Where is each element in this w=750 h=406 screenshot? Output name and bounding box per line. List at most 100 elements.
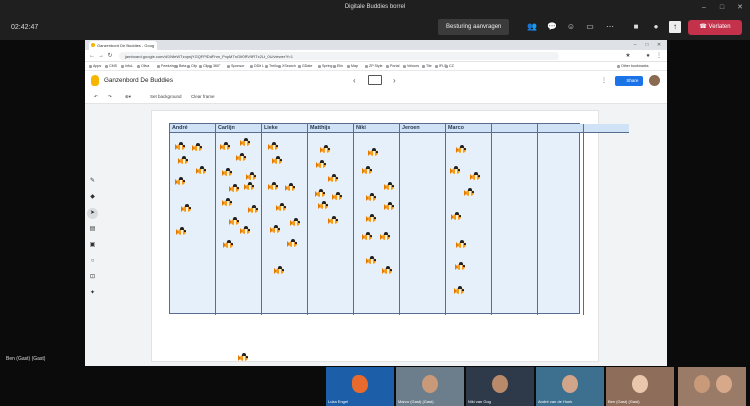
fish-pawn-icon[interactable] xyxy=(175,142,187,151)
fish-pawn-icon[interactable] xyxy=(456,240,468,249)
redo-icon[interactable]: ↷ xyxy=(108,94,112,100)
fish-pawn-icon[interactable] xyxy=(366,193,378,202)
fish-pawn-icon[interactable] xyxy=(196,166,208,175)
bookmark-item[interactable]: DDit L xyxy=(250,64,264,68)
bookmark-item[interactable]: Tile xyxy=(422,64,432,68)
zoom-icon[interactable]: ⊕▾ xyxy=(125,94,131,100)
participant-tile[interactable]: Marco (Gast) (Gast) xyxy=(396,367,464,406)
select-icon[interactable]: ➤ xyxy=(87,208,98,219)
reactions-icon[interactable]: ☺ xyxy=(565,21,577,33)
fish-pawn-icon[interactable] xyxy=(178,156,190,165)
fish-pawn-icon[interactable] xyxy=(470,172,482,181)
maximize-icon[interactable]: □ xyxy=(716,2,728,14)
fish-pawn-icon[interactable] xyxy=(248,205,260,214)
tab-ganzenbord[interactable]: Ganzenbord De Buddies - Goog xyxy=(89,41,157,50)
bookmark-item[interactable]: CMS xyxy=(105,64,117,68)
fish-pawn-icon[interactable] xyxy=(362,232,374,241)
bookmark-item[interactable]: Elin xyxy=(333,64,343,68)
fish-pawn-icon[interactable] xyxy=(192,143,204,152)
fish-pawn-icon[interactable] xyxy=(220,142,232,151)
fish-pawn-icon[interactable] xyxy=(238,353,250,362)
chat-icon[interactable]: 💬 xyxy=(546,21,558,33)
bookmark-item[interactable]: Trello xyxy=(265,64,278,68)
prev-frame-icon[interactable]: ‹ xyxy=(353,76,356,85)
participant-tile[interactable] xyxy=(678,367,746,406)
fish-pawn-icon[interactable] xyxy=(240,226,252,235)
bookmark-item[interactable]: Clip xyxy=(187,64,197,68)
clear-frame-button[interactable]: Clear frame xyxy=(191,94,215,99)
microphone-icon[interactable]: ● xyxy=(650,21,662,33)
request-control-button[interactable]: Besturing aanvragen xyxy=(438,19,510,35)
fish-pawn-icon[interactable] xyxy=(290,218,302,227)
fish-pawn-icon[interactable] xyxy=(175,177,187,186)
laser-icon[interactable]: ✦ xyxy=(87,288,98,299)
participant-tile[interactable]: Niki van Gog xyxy=(466,367,534,406)
fish-pawn-icon[interactable] xyxy=(272,156,284,165)
fish-pawn-icon[interactable] xyxy=(451,212,463,221)
browser-maximize-icon[interactable]: □ xyxy=(644,41,650,49)
fish-pawn-icon[interactable] xyxy=(285,183,297,192)
bookmark-item[interactable]: Map xyxy=(347,64,358,68)
frame-selector[interactable] xyxy=(368,75,382,85)
jam-title[interactable]: Ganzenbord De Buddies xyxy=(104,77,173,84)
fish-pawn-icon[interactable] xyxy=(229,184,241,193)
fish-pawn-icon[interactable] xyxy=(384,202,396,211)
minimize-icon[interactable]: – xyxy=(698,2,710,14)
forward-icon[interactable]: → xyxy=(98,52,104,60)
fish-pawn-icon[interactable] xyxy=(244,182,256,191)
fish-pawn-icon[interactable] xyxy=(380,232,392,241)
participant-tile[interactable]: Ben (Gast) (Gast) xyxy=(606,367,674,406)
rooms-icon[interactable]: ▭ xyxy=(584,21,596,33)
profile-icon[interactable]: ● xyxy=(645,52,651,60)
fish-pawn-icon[interactable] xyxy=(222,168,234,177)
bookmark-item[interactable]: Velours xyxy=(403,64,419,68)
undo-icon[interactable]: ↶ xyxy=(94,94,98,100)
fish-pawn-icon[interactable] xyxy=(362,166,374,175)
more-options-icon[interactable]: ⋯ xyxy=(604,21,616,33)
fish-pawn-icon[interactable] xyxy=(318,201,330,210)
fish-pawn-icon[interactable] xyxy=(222,198,234,207)
bookmark-item[interactable]: Oliva xyxy=(137,64,149,68)
fish-pawn-icon[interactable] xyxy=(181,204,193,213)
fish-pawn-icon[interactable] xyxy=(268,142,280,151)
fish-pawn-icon[interactable] xyxy=(287,239,299,248)
pen-icon[interactable]: ✎ xyxy=(87,176,98,187)
eraser-icon[interactable]: ◆ xyxy=(87,192,98,203)
bookmark-item[interactable]: 360° xyxy=(209,64,220,68)
fish-pawn-icon[interactable] xyxy=(315,189,327,198)
leave-button[interactable]: ☎ Verlaten xyxy=(688,20,742,35)
participant-tile[interactable]: Luka Engel xyxy=(326,367,394,406)
fish-pawn-icon[interactable] xyxy=(229,217,241,226)
fish-pawn-icon[interactable] xyxy=(454,286,466,295)
bookmark-item[interactable]: Clip xyxy=(199,64,209,68)
more-icon[interactable]: ⋮ xyxy=(601,77,607,84)
fish-pawn-icon[interactable] xyxy=(328,216,340,225)
fish-pawn-icon[interactable] xyxy=(316,160,328,169)
bookmark-item[interactable]: InfoL xyxy=(121,64,133,68)
fish-pawn-icon[interactable] xyxy=(450,166,462,175)
next-frame-icon[interactable]: › xyxy=(393,76,396,85)
set-background-button[interactable]: Set background xyxy=(150,94,182,99)
fish-pawn-icon[interactable] xyxy=(236,153,248,162)
fish-pawn-icon[interactable] xyxy=(320,145,332,154)
fish-pawn-icon[interactable] xyxy=(366,214,378,223)
bookmark-item[interactable]: GDate xyxy=(298,64,312,68)
text-box-icon[interactable]: ⊡ xyxy=(87,272,98,283)
fish-pawn-icon[interactable] xyxy=(455,262,467,271)
bookmark-item[interactable]: Other bookmarks xyxy=(617,64,649,68)
bookmark-item[interactable]: Beta xyxy=(175,64,186,68)
bookmark-item[interactable]: Sponsor xyxy=(227,64,244,68)
fish-pawn-icon[interactable] xyxy=(384,182,396,191)
back-icon[interactable]: ← xyxy=(89,52,95,60)
reload-icon[interactable]: ↻ xyxy=(107,52,113,60)
fish-pawn-icon[interactable] xyxy=(328,174,340,183)
browser-close-icon[interactable]: ✕ xyxy=(656,41,662,49)
share-button[interactable]: 👤 Share xyxy=(615,76,643,86)
fish-pawn-icon[interactable] xyxy=(223,240,235,249)
fish-pawn-icon[interactable] xyxy=(268,182,280,191)
fish-pawn-icon[interactable] xyxy=(368,148,380,157)
extensions-icon[interactable]: ★ xyxy=(625,52,631,60)
bookmark-item[interactable]: Portal xyxy=(386,64,399,68)
browser-minimize-icon[interactable]: – xyxy=(632,41,638,49)
fish-pawn-icon[interactable] xyxy=(382,266,394,275)
